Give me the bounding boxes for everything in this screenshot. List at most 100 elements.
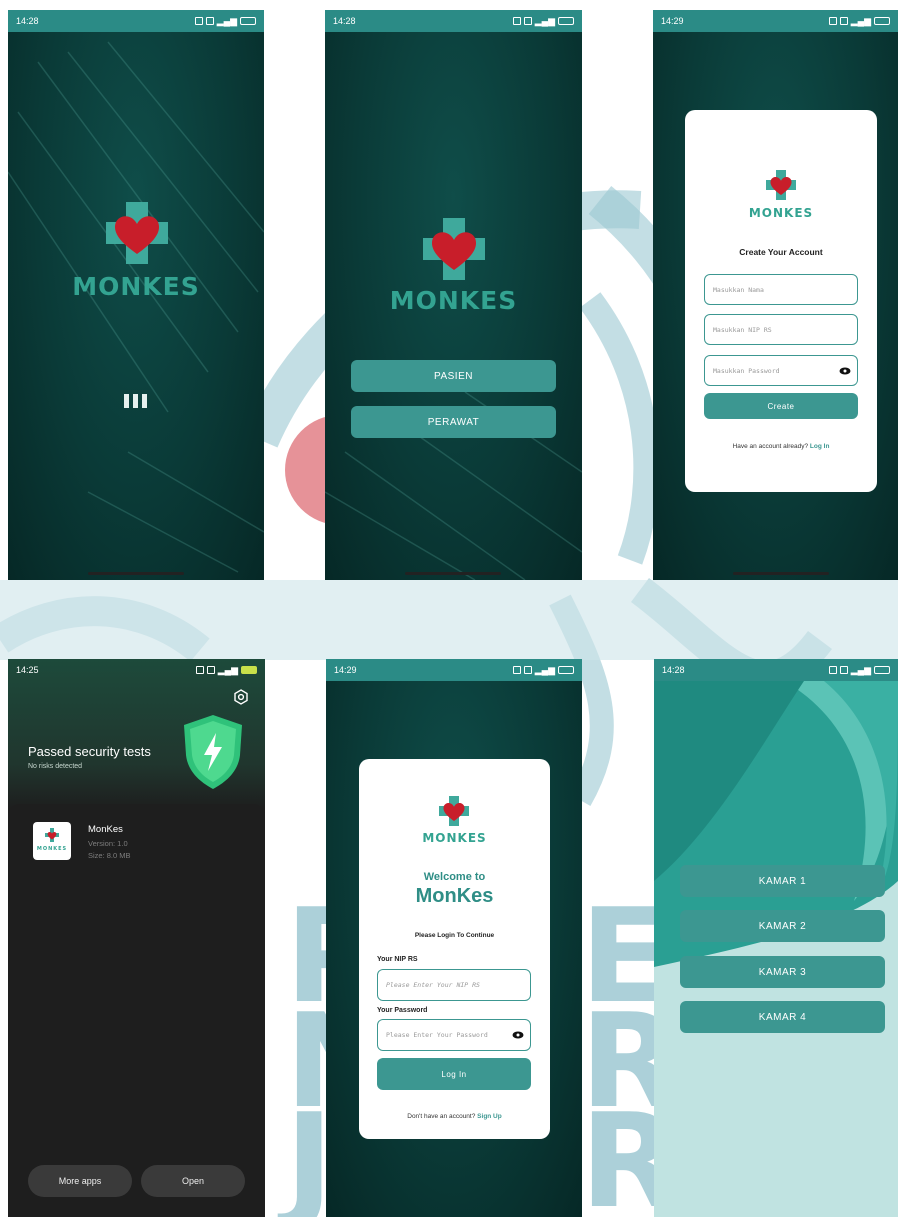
palm-leaf-pattern bbox=[8, 41, 264, 573]
status-bar: 14:28 ▂▄▆ bbox=[654, 659, 898, 681]
security-scan-screen: 14:25 ▂▄▆ Passed security tests No risks… bbox=[8, 659, 265, 1217]
login-prompt-text: Have an account already? bbox=[732, 443, 809, 450]
battery-icon bbox=[558, 666, 574, 674]
security-subheading: No risks detected bbox=[28, 763, 83, 770]
status-icons: ▂▄▆ bbox=[195, 664, 257, 676]
heart-icon bbox=[770, 177, 792, 196]
more-apps-button[interactable]: More apps bbox=[28, 1165, 132, 1197]
open-button[interactable]: Open bbox=[141, 1165, 245, 1197]
home-indicator bbox=[405, 572, 501, 575]
signal-icon: ▂▄▆ bbox=[216, 15, 237, 26]
login-button[interactable]: Log In bbox=[377, 1058, 531, 1090]
status-bar: 14:28 ▂▄▆ bbox=[8, 10, 264, 32]
status-icons: ▂▄▆ bbox=[828, 664, 890, 676]
battery-icon bbox=[240, 17, 256, 25]
app-size: Size: 8.0 MB bbox=[88, 851, 131, 860]
logo-wordmark: MONKES bbox=[72, 272, 200, 301]
sim-icon bbox=[839, 666, 848, 674]
logo-wordmark: MONKES bbox=[389, 286, 518, 315]
create-account-card: MONKES Create Your Account Masukkan Nama… bbox=[685, 110, 877, 492]
monkes-logo bbox=[766, 170, 796, 200]
status-time: 14:28 bbox=[662, 665, 685, 675]
welcome-text: Welcome to bbox=[423, 871, 486, 883]
monkes-logo bbox=[45, 828, 59, 842]
pasien-button[interactable]: PASIEN bbox=[351, 360, 556, 392]
login-prompt: Have an account already? Log In bbox=[685, 443, 877, 450]
signup-prompt: Don't have an account? Sign Up bbox=[359, 1113, 550, 1120]
role-select-screen: 14:28 ▂▄▆ MONKES PASIEN PERAWAT bbox=[325, 10, 582, 580]
home-indicator bbox=[88, 572, 184, 575]
room-2-button[interactable]: KAMAR 2 bbox=[680, 910, 885, 942]
room-select-screen: 14:28 ▂▄▆ KAMAR 1 KAMAR 2 KAMAR 3 KAMAR … bbox=[654, 659, 898, 1217]
status-time: 14:28 bbox=[333, 16, 356, 26]
password-label: Your Password bbox=[377, 1007, 428, 1014]
monkes-logo bbox=[106, 202, 168, 264]
monkes-logo bbox=[423, 218, 485, 280]
eye-icon[interactable] bbox=[512, 1031, 524, 1039]
app-version: Version: 1.0 bbox=[88, 839, 128, 848]
password-input[interactable]: Please Enter Your Password bbox=[377, 1019, 531, 1051]
login-link[interactable]: Log In bbox=[810, 443, 830, 450]
perawat-button[interactable]: PERAWAT bbox=[351, 406, 556, 438]
settings-icon[interactable] bbox=[233, 689, 249, 705]
shield-icon bbox=[184, 715, 242, 789]
login-subtitle: Please Login To Continue bbox=[414, 932, 495, 939]
sim-icon bbox=[512, 17, 521, 25]
nip-label: Your NIP RS bbox=[377, 956, 418, 963]
create-button[interactable]: Create bbox=[704, 393, 858, 419]
sim-icon bbox=[206, 666, 215, 674]
nip-input[interactable]: Please Enter Your NIP RS bbox=[377, 969, 531, 1001]
login-screen: 14:29 ▂▄▆ MONKES Welcome to MonKes Pleas… bbox=[326, 659, 582, 1217]
status-icons: ▂▄▆ bbox=[828, 15, 890, 27]
password-input[interactable]: Masukkan Password bbox=[704, 355, 858, 386]
security-heading: Passed security tests bbox=[28, 744, 151, 759]
status-time: 14:29 bbox=[661, 16, 684, 26]
create-account-screen: 14:29 ▂▄▆ MONKES Create Your Account Mas… bbox=[653, 10, 898, 580]
signal-icon: ▂▄▆ bbox=[850, 15, 871, 26]
bars-loading-icon bbox=[124, 394, 147, 408]
create-title: Create Your Account bbox=[739, 247, 823, 257]
battery-icon bbox=[874, 666, 890, 674]
heart-icon bbox=[114, 216, 160, 254]
sim-icon bbox=[523, 17, 532, 25]
status-icons: ▂▄▆ bbox=[512, 664, 574, 676]
room-3-button[interactable]: KAMAR 3 bbox=[680, 956, 885, 988]
status-bar: 14:29 ▂▄▆ bbox=[326, 659, 582, 681]
battery-icon bbox=[874, 17, 890, 25]
status-icons: ▂▄▆ bbox=[512, 15, 574, 27]
room-1-button[interactable]: KAMAR 1 bbox=[680, 865, 885, 897]
app-thumbnail: MONKES bbox=[33, 822, 71, 860]
heart-icon bbox=[47, 831, 57, 840]
signal-icon: ▂▄▆ bbox=[850, 664, 871, 675]
sim-icon bbox=[195, 666, 204, 674]
sim-icon bbox=[512, 666, 521, 674]
status-bar: 14:28 ▂▄▆ bbox=[325, 10, 582, 32]
eye-icon[interactable] bbox=[839, 367, 851, 375]
home-indicator bbox=[733, 572, 829, 575]
app-thumbnail-wordmark: MONKES bbox=[36, 846, 68, 852]
name-placeholder: Masukkan Nama bbox=[713, 285, 764, 294]
nip-placeholder: Masukkan NIP RS bbox=[713, 325, 772, 334]
sim-icon bbox=[523, 666, 532, 674]
login-card: MONKES Welcome to MonKes Please Login To… bbox=[359, 759, 550, 1139]
signal-icon: ▂▄▆ bbox=[534, 664, 555, 675]
nip-input[interactable]: Masukkan NIP RS bbox=[704, 314, 858, 345]
status-time: 14:25 bbox=[16, 665, 39, 675]
monkes-logo bbox=[439, 796, 469, 826]
splash-screen: 14:28 ▂▄▆ MONKES bbox=[8, 10, 264, 580]
status-bar: 14:29 ▂▄▆ bbox=[653, 10, 898, 32]
status-time: 14:28 bbox=[16, 16, 39, 26]
signal-icon: ▂▄▆ bbox=[217, 664, 238, 675]
signal-icon: ▂▄▆ bbox=[534, 15, 555, 26]
app-name: MonKes bbox=[88, 824, 123, 835]
password-placeholder: Masukkan Password bbox=[713, 366, 780, 375]
status-bar: 14:25 ▂▄▆ bbox=[8, 659, 265, 681]
battery-icon bbox=[558, 17, 574, 25]
heart-icon bbox=[443, 803, 465, 822]
room-4-button[interactable]: KAMAR 4 bbox=[680, 1001, 885, 1033]
logo-wordmark: MONKES bbox=[422, 831, 487, 845]
status-time: 14:29 bbox=[334, 665, 357, 675]
name-input[interactable]: Masukkan Nama bbox=[704, 274, 858, 305]
signup-link[interactable]: Sign Up bbox=[477, 1113, 502, 1120]
signup-prompt-text: Don't have an account? bbox=[407, 1113, 476, 1120]
